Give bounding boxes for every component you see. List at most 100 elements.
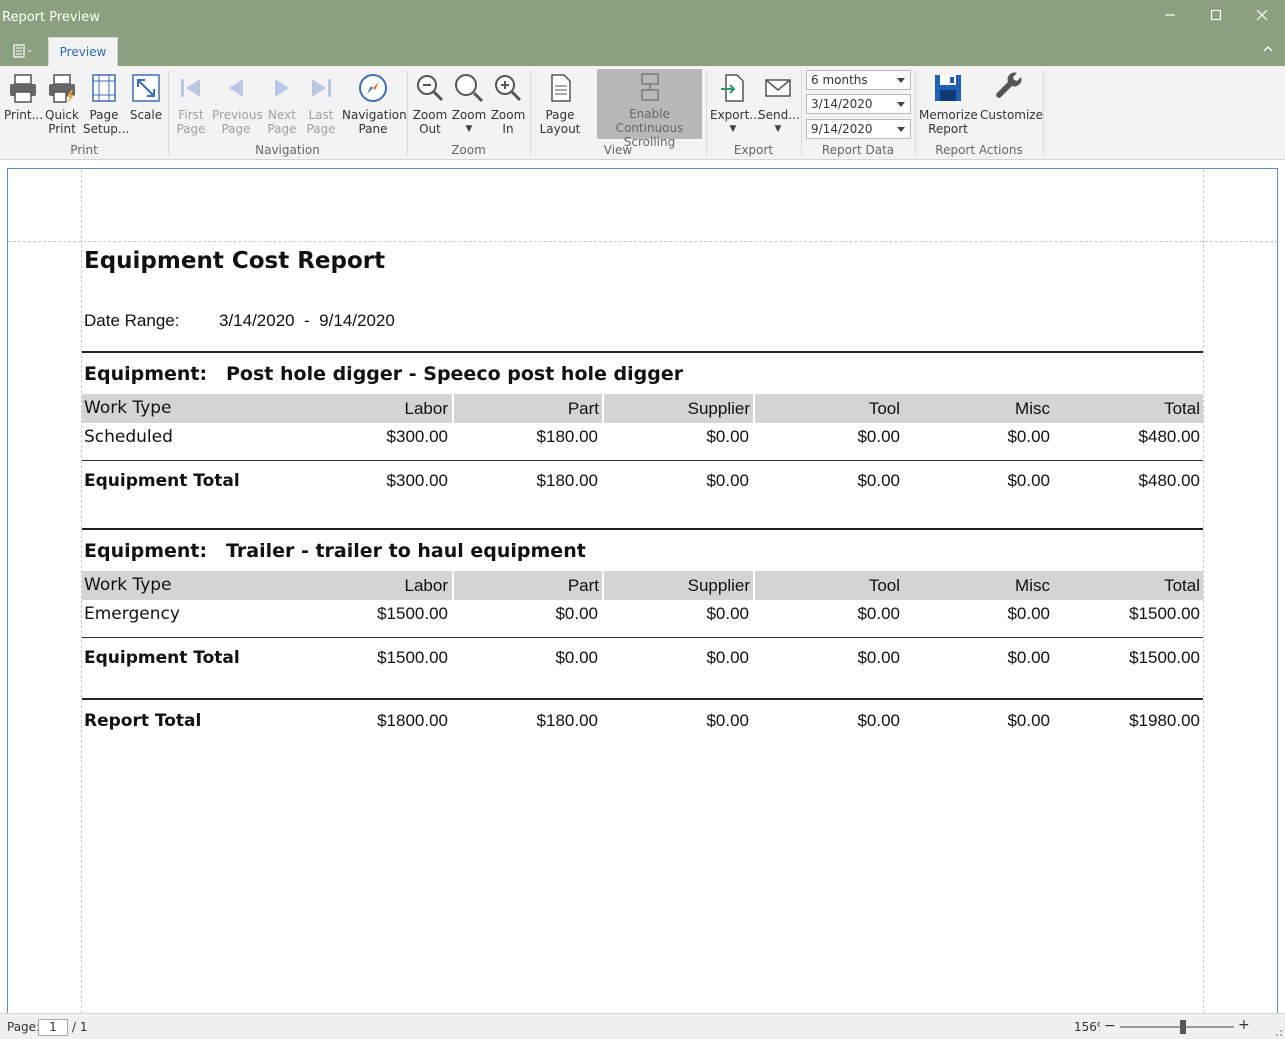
date-range-label: Date Range: xyxy=(84,311,180,330)
print-label: Print... xyxy=(4,108,44,122)
page-setup-button[interactable]: Page Setup... xyxy=(83,70,129,138)
first-page-label: First Page xyxy=(176,108,206,136)
report-tool-total: $0.00 xyxy=(857,711,900,730)
equipment-total-label: Equipment Total xyxy=(84,648,240,668)
send-label: Send... xyxy=(758,108,800,122)
ribbon: Print... Quick Print Page Setup... Scale… xyxy=(0,66,1285,160)
last-page-button[interactable]: Last Page xyxy=(302,70,340,138)
total-total-cell: $1500.00 xyxy=(1129,648,1200,667)
page-layout-icon xyxy=(551,74,571,102)
application-menu-button[interactable] xyxy=(10,42,36,60)
column-separator xyxy=(452,394,454,423)
scale-icon xyxy=(132,74,160,102)
period-value: 6 months xyxy=(811,73,868,87)
previous-page-button[interactable]: Previous Page xyxy=(212,70,263,138)
zoom-out-button[interactable]: Zoom Out xyxy=(412,70,448,138)
misc-cell: $0.00 xyxy=(1007,427,1050,446)
report-part-total: $180.00 xyxy=(536,711,598,730)
part-cell: $180.00 xyxy=(536,427,598,446)
zoom-in-button[interactable]: Zoom In xyxy=(490,70,526,138)
zoom-minus-button[interactable]: − xyxy=(1104,1018,1116,1034)
column-separator xyxy=(753,394,755,423)
end-date-combo[interactable]: 9/14/2020 xyxy=(806,119,911,139)
zoom-slider-track[interactable] xyxy=(1120,1026,1234,1028)
export-button[interactable]: Export... ▼ xyxy=(710,70,761,138)
tab-preview[interactable]: Preview xyxy=(48,37,118,66)
subtotal-divider xyxy=(82,460,1203,461)
customize-button[interactable]: Customize xyxy=(980,70,1043,138)
page-count: / 1 xyxy=(72,1020,88,1034)
section-divider xyxy=(82,528,1203,530)
period-combo[interactable]: 6 months xyxy=(806,70,911,90)
part-total-cell: $180.00 xyxy=(536,471,598,490)
next-page-button[interactable]: Next Page xyxy=(263,70,301,138)
column-separator xyxy=(753,571,755,600)
ribbon-tab-strip: Preview xyxy=(0,36,1285,66)
page-layout-label: Page Layout xyxy=(539,108,581,136)
column-separator xyxy=(452,571,454,600)
report-title: Equipment Cost Report xyxy=(84,248,386,274)
window-title: Report Preview xyxy=(2,10,100,25)
equipment-label: Equipment: xyxy=(84,540,208,562)
total-cell: $480.00 xyxy=(1138,427,1200,446)
page-layout-button[interactable]: Page Layout xyxy=(536,70,584,138)
work-type-cell: Scheduled xyxy=(84,427,173,447)
send-button[interactable]: Send... ▼ xyxy=(758,70,800,138)
chevron-down-icon xyxy=(897,78,905,83)
end-date-value: 9/14/2020 xyxy=(811,122,873,136)
quick-print-icon xyxy=(49,74,75,103)
group-label-report-actions: Report Actions xyxy=(935,143,1023,157)
column-header-misc: Misc xyxy=(1015,576,1050,595)
close-button[interactable] xyxy=(1247,6,1277,28)
zoom-label: Zoom xyxy=(451,108,487,122)
last-page-icon xyxy=(312,79,331,97)
minimize-button[interactable] xyxy=(1155,6,1185,28)
column-separator xyxy=(602,394,604,423)
column-header-part: Part xyxy=(567,399,599,418)
first-page-button[interactable]: First Page xyxy=(172,70,210,138)
labor-total-cell: $1500.00 xyxy=(377,648,448,667)
group-label-report-data: Report Data xyxy=(821,143,895,157)
equipment-name: Post hole digger - Speeco post hole digg… xyxy=(226,363,684,385)
print-button[interactable]: Print... xyxy=(4,70,44,138)
navigation-pane-button[interactable]: Navigation Pane xyxy=(342,70,407,138)
scale-button[interactable]: Scale xyxy=(127,70,165,138)
report-total-divider xyxy=(82,698,1203,700)
start-date-combo[interactable]: 3/14/2020 xyxy=(806,94,911,114)
column-header-misc: Misc xyxy=(1015,399,1050,418)
zoom-plus-button[interactable]: + xyxy=(1238,1017,1250,1033)
page-number-input[interactable]: 1 xyxy=(38,1019,68,1036)
column-header-total: Total xyxy=(1164,576,1200,595)
collapse-ribbon-button[interactable] xyxy=(1263,42,1273,56)
maximize-button[interactable] xyxy=(1201,6,1231,28)
column-header-tool: Tool xyxy=(868,399,900,418)
zoom-slider-thumb[interactable] xyxy=(1180,1020,1186,1034)
group-label-print: Print xyxy=(70,143,98,157)
previous-page-icon xyxy=(229,79,243,97)
subtotal-divider xyxy=(82,637,1203,638)
top-margin-guide xyxy=(8,241,1278,242)
equipment-total-label: Equipment Total xyxy=(84,471,240,491)
column-header-total: Total xyxy=(1164,399,1200,418)
column-separator xyxy=(602,571,604,600)
quick-print-button[interactable]: Quick Print xyxy=(43,70,81,138)
resize-grip-icon[interactable] xyxy=(1273,1027,1283,1037)
column-header-labor: Labor xyxy=(404,576,448,595)
export-icon xyxy=(721,74,744,102)
status-bar: Page: 1 / 1 156% − + xyxy=(0,1013,1285,1039)
chevron-down-icon xyxy=(897,102,905,107)
work-type-cell: Emergency xyxy=(84,604,180,624)
page-setup-icon xyxy=(92,74,116,102)
tool-cell: $0.00 xyxy=(857,427,900,446)
first-page-icon xyxy=(181,79,200,97)
memorize-report-button[interactable]: Memorize Report xyxy=(919,70,978,138)
zoom-button[interactable]: Zoom ▼ xyxy=(450,70,488,138)
report-labor-total: $1800.00 xyxy=(377,711,448,730)
page-label: Page: xyxy=(7,1020,41,1034)
export-label: Export... xyxy=(710,108,761,122)
right-margin-guide xyxy=(1203,170,1204,1013)
zoom-out-label: Zoom Out xyxy=(412,108,448,136)
zoom-in-label: Zoom In xyxy=(490,108,526,136)
enable-continuous-scrolling-button[interactable]: Enable Continuous Scrolling xyxy=(597,69,702,149)
minimize-icon xyxy=(1165,14,1175,16)
